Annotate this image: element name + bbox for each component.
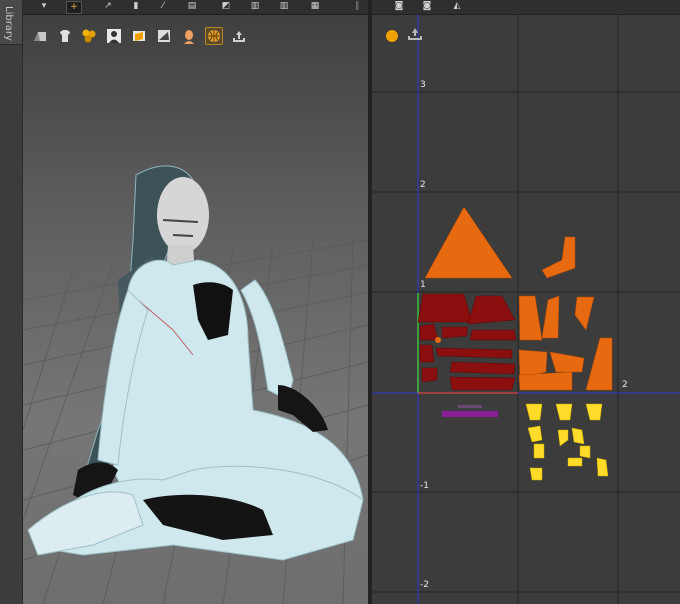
library-tab[interactable]: Library <box>0 0 22 45</box>
axis-label-v2: 2 <box>420 180 426 190</box>
small-orange-dot <box>435 337 441 343</box>
head <box>157 177 209 253</box>
axis-label-v1: 1 <box>420 280 426 290</box>
avatar-scene <box>23 165 368 604</box>
library-tab-label: Library <box>3 6 14 41</box>
back-pieces <box>417 293 517 391</box>
accent-pieces <box>525 403 609 481</box>
cloth-small-icon <box>408 28 422 40</box>
orange-dot-icon <box>386 30 398 42</box>
axis-label-u2: 2 <box>622 380 628 390</box>
uv-editor-panel[interactable]: ◙ ◙ ◭ 3 2 1 2 -1 -2 <box>372 0 680 604</box>
axis-label-vneg1: -1 <box>420 481 429 491</box>
uv-grid <box>372 14 680 604</box>
axis-label-v3: 3 <box>420 80 426 90</box>
axis-label-vneg2: -2 <box>420 580 429 590</box>
3d-viewport[interactable]: ▾ + ↗ ▮ ⁄ ▤ ◩ ▥ ▥ ▦ ∥ <box>23 0 368 604</box>
trim-pieces <box>442 405 498 417</box>
left-sidebar: Library <box>0 0 23 604</box>
